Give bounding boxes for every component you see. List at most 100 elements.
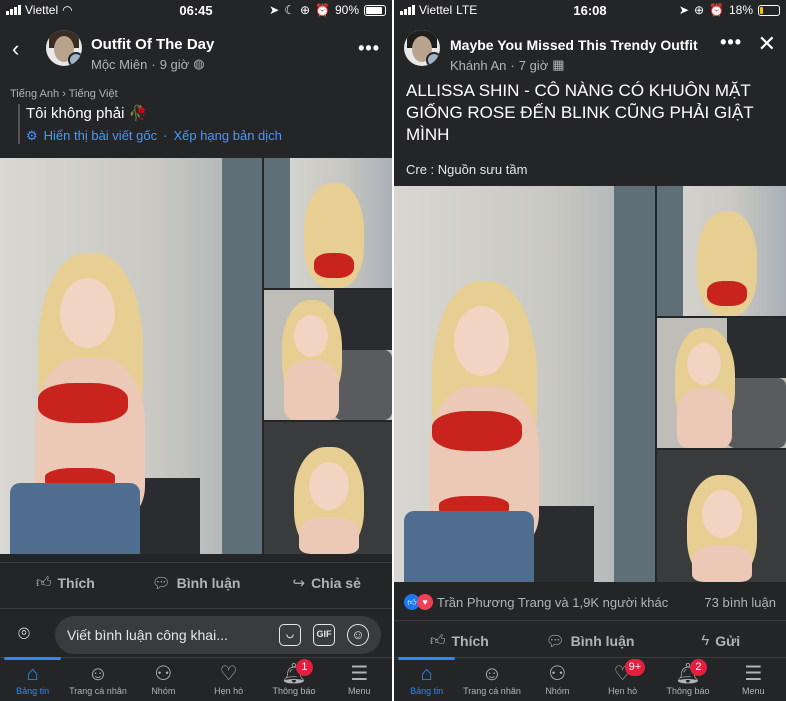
sticker-icon[interactable]: ◡ [279, 624, 301, 646]
dating-heart-icon: ♡ [613, 663, 632, 685]
thumbnail-photo-1[interactable] [264, 158, 392, 288]
reaction-names[interactable]: Trần Phương Trang và 1,9K người khác [437, 595, 704, 610]
gear-icon: ⚙ [26, 128, 38, 143]
page-avatar[interactable] [46, 30, 82, 66]
translation-arrow: › [62, 88, 66, 100]
tab-profile[interactable]: ☺ Trang cá nhân [459, 658, 524, 701]
comment-button[interactable]: 💬︎ Bình luận [131, 563, 262, 602]
alarm-icon: ⏰ [709, 3, 724, 17]
main-photo[interactable] [0, 158, 262, 554]
tab-menu[interactable]: ☰ Menu [327, 658, 392, 701]
groups-icon: ⚇ [154, 663, 173, 685]
comment-bubble-icon: 💬︎ [151, 574, 171, 592]
thumbs-up-icon: 👍︎ [429, 631, 446, 649]
love-reaction-icon: ♥ [417, 594, 433, 610]
bell-icon: 🔔︎ [675, 663, 701, 685]
rate-translation-link[interactable]: Xếp hạng bản dịch [173, 128, 281, 144]
battery-percent: 90% [334, 3, 359, 17]
main-photo[interactable] [394, 186, 655, 582]
lock-rotation-icon: ⊕ [299, 3, 311, 17]
target-language: Tiếng Việt [68, 88, 118, 100]
comment-button[interactable]: 💬︎ Bình luận [525, 621, 656, 660]
gif-icon[interactable]: GIF [313, 624, 335, 646]
home-icon: ⌂ [26, 663, 39, 685]
comment-bar: ⌾ Viết bình luận công khai... ◡ GIF ☺ [0, 608, 392, 660]
notification-badge: 2 [689, 659, 707, 676]
more-options-icon[interactable]: ••• [720, 32, 742, 53]
page-name[interactable]: Outfit Of The Day [91, 36, 214, 53]
calendar-icon: ▦ [552, 57, 565, 72]
back-arrow-icon[interactable]: ‹ [12, 36, 19, 62]
thumbnail-photo-3[interactable] [264, 422, 392, 554]
menu-icon: ☰ [744, 663, 763, 685]
globe-icon: ◍ [193, 56, 205, 71]
photo-collage[interactable] [394, 186, 786, 582]
comment-input[interactable]: Viết bình luận công khai... ◡ GIF ☺ [55, 616, 381, 654]
post-header: Maybe You Missed This Trendy Outfit Khán… [394, 26, 786, 74]
author-name[interactable]: Mộc Miên [91, 57, 147, 72]
tab-groups[interactable]: ⚇ Nhóm [525, 658, 590, 701]
post-time[interactable]: 7 giờ [519, 58, 549, 73]
author-name[interactable]: Khánh An [450, 58, 506, 73]
tab-news-feed[interactable]: ⌂ Bảng tin [0, 657, 65, 701]
show-original-link[interactable]: Hiển thị bài viết gốc [44, 128, 157, 144]
page-name[interactable]: Maybe You Missed This Trendy Outfit [450, 37, 698, 53]
tab-dating[interactable]: ♡ Hẹn hò [196, 658, 261, 701]
tab-menu[interactable]: ☰ Menu [721, 658, 786, 701]
location-icon: ➤ [269, 3, 280, 17]
share-arrow-icon: ↪ [292, 574, 306, 592]
thumbnail-photo-1[interactable] [657, 186, 786, 316]
post-header: ‹ Outfit Of The Day Mộc Miên · 9 giờ ◍ •… [0, 26, 392, 74]
source-language: Tiếng Anh [10, 88, 60, 100]
close-icon[interactable]: ✕ [758, 31, 776, 57]
reaction-summary[interactable]: 👍︎ ♥ Trần Phương Trang và 1,9K người khá… [404, 594, 776, 610]
page-avatar[interactable] [404, 30, 440, 66]
bottom-tab-bar: ⌂ Bảng tin ☺ Trang cá nhân ⚇ Nhóm ♡ 9+ Hẹn hò… [394, 657, 786, 701]
post-actions: 👍︎ Thích 💬︎ Bình luận ↪ Chia sẻ [0, 562, 392, 602]
alarm-icon: ⏰ [315, 3, 330, 17]
thumbnail-photo-2[interactable] [657, 318, 786, 448]
post-headline: ALLISSA SHIN - CÔ NÀNG CÓ KHUÔN MẶT GIỐN… [406, 81, 754, 144]
battery-icon [758, 4, 780, 16]
groups-icon: ⚇ [548, 663, 567, 685]
comment-count[interactable]: 73 bình luận [704, 595, 776, 610]
battery-icon [364, 4, 386, 16]
post-time[interactable]: 9 giờ [160, 57, 190, 72]
lock-rotation-icon: ⊕ [693, 3, 705, 17]
right-screenshot-panel: Viettel LTE 16:08 ➤ ⊕ ⏰ 18% Maybe You Mi… [394, 0, 786, 701]
translated-text: Tôi không phải 🥀 [26, 105, 148, 122]
thumbnail-photo-3[interactable] [657, 450, 786, 582]
send-button[interactable]: ϟ Gửi [655, 621, 786, 660]
post-actions: 👍︎ Thích 💬︎ Bình luận ϟ Gửi [394, 620, 786, 660]
comment-bubble-icon: 💬︎ [545, 632, 565, 650]
tab-profile[interactable]: ☺ Trang cá nhân [65, 658, 130, 701]
thumbs-up-icon: 👍︎ [35, 573, 52, 591]
like-button[interactable]: 👍︎ Thích [394, 621, 525, 660]
translation-languages: Tiếng Anh › Tiếng Việt [10, 88, 118, 100]
thumbnail-photo-2[interactable] [264, 290, 392, 420]
more-options-icon[interactable]: ••• [358, 38, 380, 59]
left-screenshot-panel: Viettel ◠ 06:45 ➤ ☾ ⊕ ⏰ 90% ‹ Outfit Of … [0, 0, 392, 701]
author-avatar [426, 52, 440, 66]
camera-icon[interactable]: ⌾ [18, 623, 30, 646]
link-separator: · [163, 128, 168, 143]
photo-collage[interactable] [0, 158, 392, 554]
like-button[interactable]: 👍︎ Thích [0, 563, 131, 602]
emoji-icon[interactable]: ☺ [347, 624, 369, 646]
comment-placeholder: Viết bình luận công khai... [67, 627, 228, 643]
status-bar: Viettel ◠ 06:45 ➤ ☾ ⊕ ⏰ 90% [0, 0, 392, 20]
menu-icon: ☰ [350, 663, 369, 685]
messenger-icon: ϟ [701, 632, 710, 649]
tab-notifications[interactable]: 🔔︎ 1 Thông báo [261, 658, 326, 701]
tab-notifications[interactable]: 🔔︎ 2 Thông báo [655, 658, 720, 701]
dating-heart-icon: ♡ [219, 663, 238, 685]
tab-dating[interactable]: ♡ 9+ Hẹn hò [590, 658, 655, 701]
notification-badge: 1 [295, 659, 313, 676]
tab-groups[interactable]: ⚇ Nhóm [131, 658, 196, 701]
dating-badge: 9+ [624, 659, 646, 676]
translated-text-block: Tôi không phải 🥀 ⚙ Hiển thị bài viết gốc… [18, 104, 282, 144]
tab-news-feed[interactable]: ⌂ Bảng tin [394, 657, 459, 701]
home-icon: ⌂ [420, 663, 433, 685]
bottom-tab-bar: ⌂ Bảng tin ☺ Trang cá nhân ⚇ Nhóm ♡ Hẹn hò 🔔… [0, 657, 392, 701]
share-button[interactable]: ↪ Chia sẻ [261, 563, 392, 602]
